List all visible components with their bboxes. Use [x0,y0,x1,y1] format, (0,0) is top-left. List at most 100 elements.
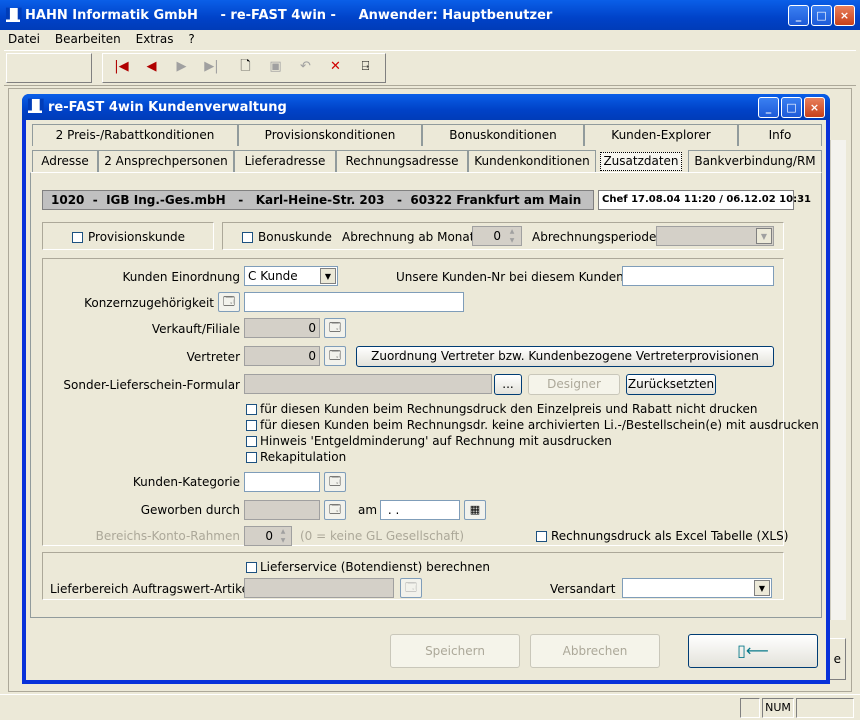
menu-item-datei[interactable]: Datei [8,32,40,46]
menu-bar: Datei Bearbeiten Extras ? [8,32,206,46]
verkauf-filiale-input[interactable]: 0 [244,318,320,338]
tab-rechnungsadresse[interactable]: Rechnungsadresse [336,150,468,172]
kunden-einordnung-label: Kunden Einordnung [122,270,240,284]
speichern-button[interactable]: Speichern [390,634,520,668]
vertreter-lookup-icon[interactable]: 🗔 [324,346,346,366]
chevron-down-icon[interactable]: ▼ [756,228,772,244]
konzern-lookup-icon[interactable]: 🗔 [218,292,240,312]
close-button[interactable]: × [834,5,855,26]
dialog-close-button[interactable]: × [804,97,825,118]
undo-icon[interactable]: ↶ [293,55,318,81]
am-label: am [358,503,378,517]
exit-door-icon[interactable]: ⍈ [353,55,378,81]
sonder-formular-input[interactable] [244,374,492,394]
formular-browse-button[interactable]: ... [494,374,522,395]
geworben-durch-input[interactable] [244,500,320,520]
menu-item-help[interactable]: ? [188,32,194,46]
bereichs-hint-label: (0 = keine GL Gesellschaft) [300,529,465,543]
cb-archiviert-label: für diesen Kunden beim Rechnungsdr. kein… [260,418,819,432]
status-panel-3 [796,698,854,718]
unsere-kunden-nr-input[interactable] [622,266,774,286]
lieferservice-checkbox[interactable] [246,562,257,573]
chevron-down-icon[interactable]: ▼ [754,580,770,596]
verkauf-filiale-lookup-icon[interactable]: 🗔 [324,318,346,338]
maximize-button[interactable]: □ [811,5,832,26]
kunden-kategorie-input[interactable] [244,472,320,492]
cb-archiviert-checkbox[interactable] [246,420,257,431]
versandart-label: Versandart [550,582,616,596]
tab-info[interactable]: Info [738,124,822,146]
main-window-title: HAHN Informatik GmbH - re-FAST 4win - An… [25,8,553,23]
kundenverwaltung-dialog: ▌▐ re-FAST 4win Kundenverwaltung _ □ × 2… [22,94,830,684]
cb-rekapitulation-checkbox[interactable] [246,452,257,463]
calendar-icon[interactable]: ▦ [464,500,486,520]
tab-kunden-explorer[interactable]: Kunden-Explorer [584,124,738,146]
customer-header-chef: Chef 17.08.04 11:20 / 06.12.02 10:31 [598,190,811,210]
tab-zusatzdaten[interactable]: Zusatzdaten [600,152,682,171]
toolbar: |◀ ◀ ▶ ▶| 🗋 ▣ ↶ ✕ ⍈ [4,50,856,86]
spinner-arrows-icon[interactable]: ▲ ▼ [504,227,520,245]
previous-record-icon[interactable]: ◀ [139,55,164,81]
chevron-down-icon[interactable]: ▼ [320,268,336,284]
tab-bonuskonditionen[interactable]: Bonuskonditionen [422,124,584,146]
new-document-icon[interactable]: 🗋 [233,55,258,81]
bonuskunde-label: Bonuskunde [258,230,332,244]
dialog-maximize-button[interactable]: □ [781,97,802,118]
zuordnung-vertreter-button[interactable]: Zuordnung Vertreter bzw. Kundenbezogene … [356,346,774,367]
tab-provisionskonditionen[interactable]: Provisionskonditionen [238,124,422,146]
spinner-arrows-icon[interactable]: ▲ ▼ [276,527,290,545]
kunden-einordnung-select[interactable]: C Kunde ▼ [244,266,338,286]
cb-entgeldminderung-checkbox[interactable] [246,436,257,447]
lieferbereich-lookup-icon[interactable]: 🗔 [400,578,422,598]
cb-entgeldminderung-label: Hinweis 'Entgeldminderung' auf Rechnung … [260,434,612,448]
tab-bankverbindung[interactable]: Bankverbindung/RM [688,150,822,172]
am-date-input[interactable]: . . [380,500,460,520]
menu-item-extras[interactable]: Extras [136,32,174,46]
cb-einzelpreis-checkbox[interactable] [246,404,257,415]
tab-lieferadresse[interactable]: Lieferadresse [234,150,336,172]
sonder-formular-label: Sonder-Lieferschein-Formular [63,378,240,392]
tab-preis-rabatt[interactable]: 2 Preis-/Rabattkonditionen [32,124,238,146]
bonuskunde-checkbox[interactable] [242,232,253,243]
lieferservice-label: Lieferservice (Botendienst) berechnen [260,560,490,574]
xls-checkbox[interactable] [536,531,547,542]
abrechnungsperiode-select[interactable]: ▼ [656,226,774,246]
tab-adresse[interactable]: Adresse [32,150,98,172]
app-logo-icon: ▌▐ [6,8,22,22]
xls-label: Rechnungsdruck als Excel Tabelle (XLS) [551,529,789,543]
geworben-durch-lookup-icon[interactable]: 🗔 [324,500,346,520]
designer-button[interactable]: Designer [528,374,620,395]
bereichs-konto-label: Bereichs-Konto-Rahmen [95,529,240,543]
provisionskunde-checkbox[interactable] [72,232,83,243]
background-scrollbar[interactable] [830,140,846,620]
tab-ansprechpersonen[interactable]: 2 Ansprechpersonen [98,150,234,172]
lieferbereich-input[interactable] [244,578,394,598]
verkauf-filiale-label: Verkauft/Filiale [151,322,240,336]
toolbar-nav-panel: |◀ ◀ ▶ ▶| 🗋 ▣ ↶ ✕ ⍈ [102,53,386,83]
next-record-icon[interactable]: ▶ [169,55,194,81]
last-record-icon[interactable]: ▶| [199,55,224,81]
dialog-minimize-button[interactable]: _ [758,97,779,118]
menu-item-bearbeiten[interactable]: Bearbeiten [55,32,121,46]
minimize-button[interactable]: _ [788,5,809,26]
kunden-kategorie-label: Kunden-Kategorie [132,475,240,489]
main-title-bar: ▌▐ HAHN Informatik GmbH - re-FAST 4win -… [0,0,860,30]
delete-icon[interactable]: ✕ [323,55,348,81]
dialog-body: 2 Preis-/Rabattkonditionen Provisionskon… [26,120,826,680]
exit-door-icon[interactable]: ▯⟵ [688,634,818,668]
konzern-input[interactable] [244,292,464,312]
versandart-select[interactable]: ▼ [622,578,772,598]
dialog-title: re-FAST 4win Kundenverwaltung [48,100,287,115]
cb-rekapitulation-label: Rekapitulation [260,450,347,464]
tab-kundenkonditionen[interactable]: Kundenkonditionen [468,150,596,172]
zuruecksetzen-button[interactable]: Zurücksetzten [626,374,716,395]
first-record-icon[interactable]: |◀ [109,55,134,81]
vertreter-input[interactable]: 0 [244,346,320,366]
kunden-kategorie-lookup-icon[interactable]: 🗔 [324,472,346,492]
abbrechen-button[interactable]: Abbrechen [530,634,660,668]
save-disk-icon[interactable]: ▣ [263,55,288,81]
unsere-kunden-nr-label: Unsere Kunden-Nr bei diesem Kunden [396,270,624,284]
geworben-durch-label: Geworben durch [140,503,240,517]
status-bar: NUM [0,694,860,720]
toolbar-left-panel [6,53,92,83]
